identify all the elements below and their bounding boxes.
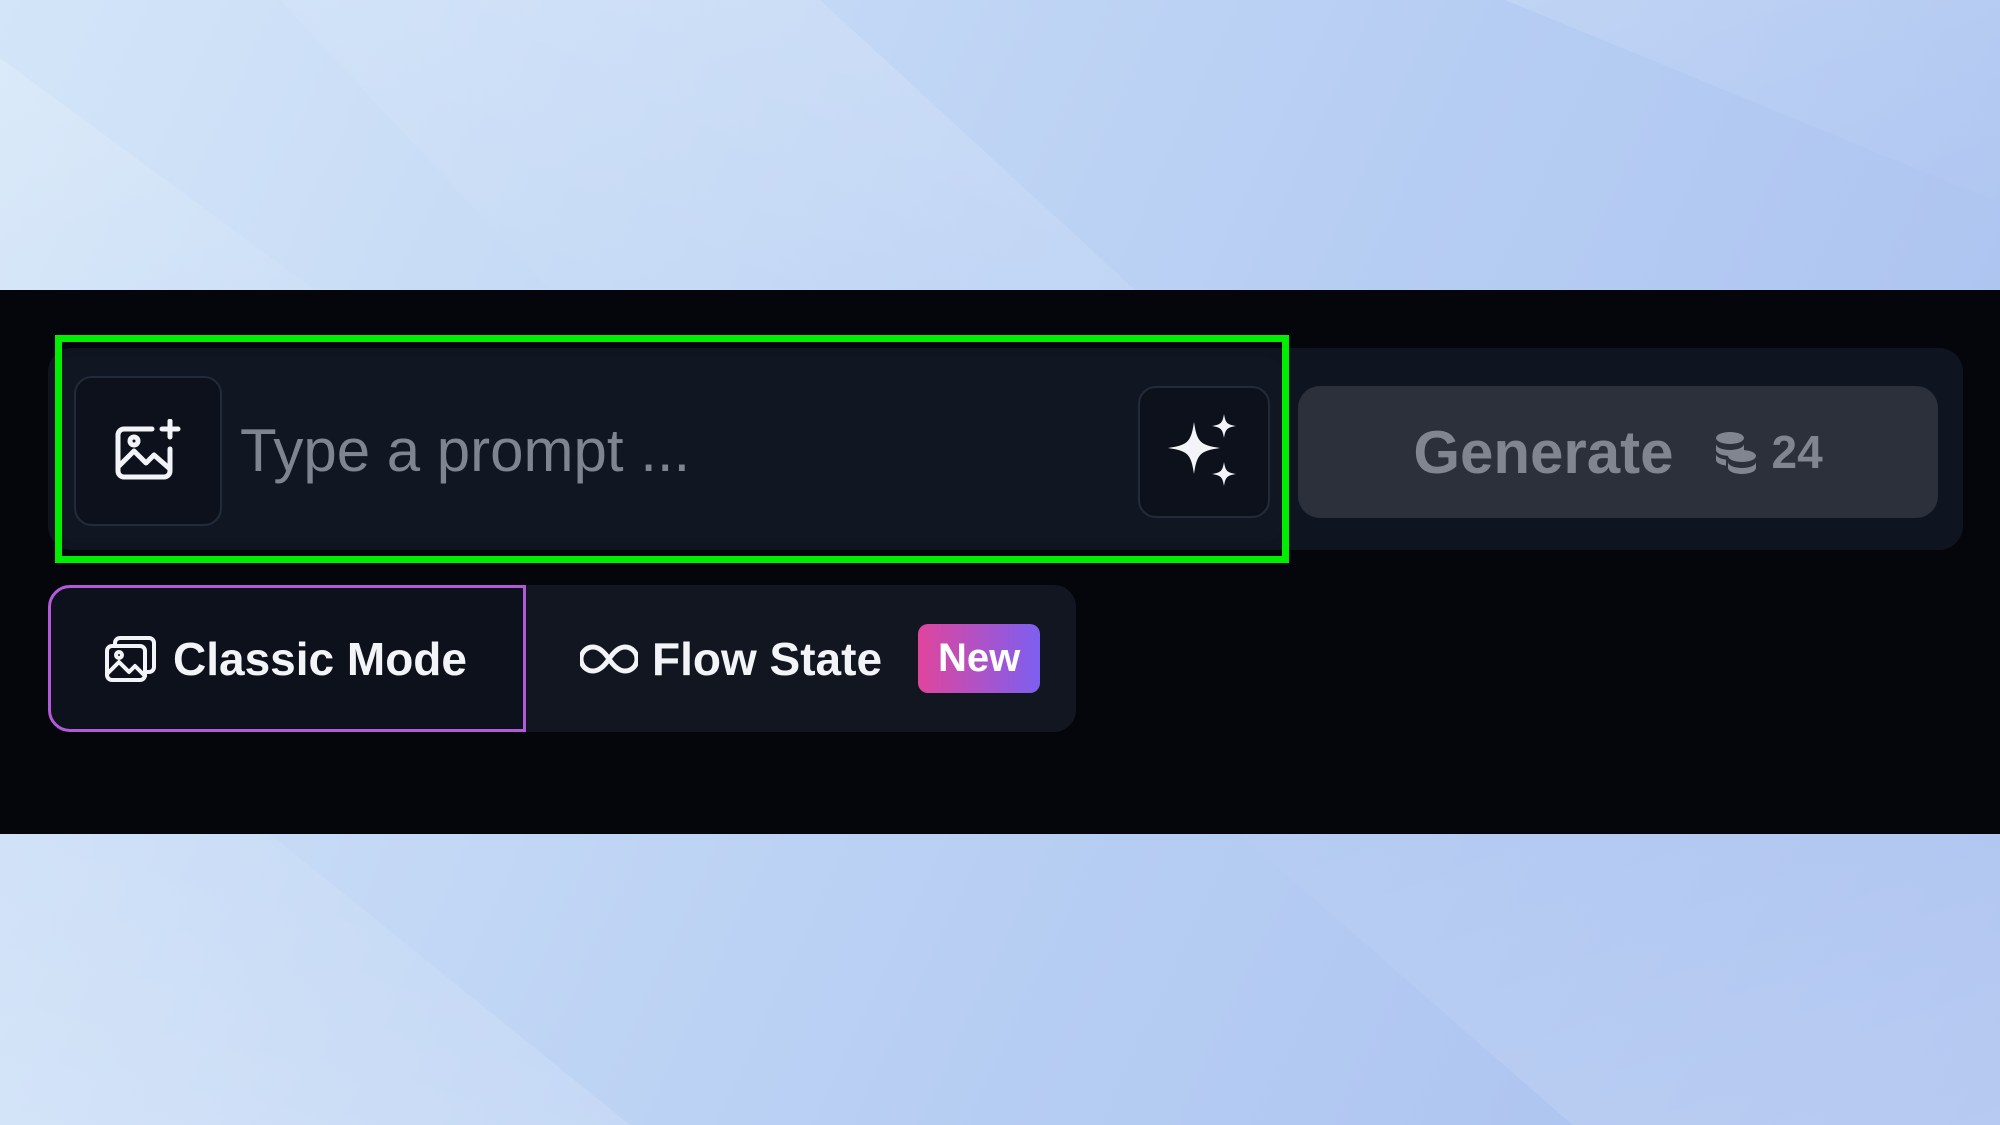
prompt-input[interactable] <box>240 400 1110 500</box>
enhance-prompt-button[interactable] <box>1138 386 1270 518</box>
generate-button[interactable]: Generate 24 <box>1298 386 1938 518</box>
images-icon <box>105 635 156 682</box>
credits-value: 24 <box>1771 426 1823 478</box>
background-facet <box>0 834 630 1125</box>
background-facet <box>1505 0 2000 203</box>
flow-state-button[interactable]: Flow State New <box>580 585 1070 732</box>
infinity-icon <box>580 643 638 674</box>
mode-switch: Classic Mode Flow State New <box>48 585 1076 732</box>
background-facet <box>1240 834 2000 1125</box>
coins-icon <box>1716 432 1757 474</box>
flow-state-label: Flow State <box>652 632 883 685</box>
upload-image-button[interactable] <box>74 376 222 526</box>
background-facet <box>0 58 315 290</box>
credits-cost: 24 <box>1713 425 1823 479</box>
background-facet <box>280 0 1135 290</box>
classic-mode-label: Classic Mode <box>173 632 467 685</box>
sparkles-icon <box>1168 414 1236 486</box>
new-badge: New <box>918 624 1041 693</box>
classic-mode-button[interactable]: Classic Mode <box>48 585 526 732</box>
image-add-icon <box>115 419 181 480</box>
prompt-panel: Generate 24 Classic Mode <box>0 290 2000 834</box>
generate-label: Generate <box>1413 418 1674 486</box>
